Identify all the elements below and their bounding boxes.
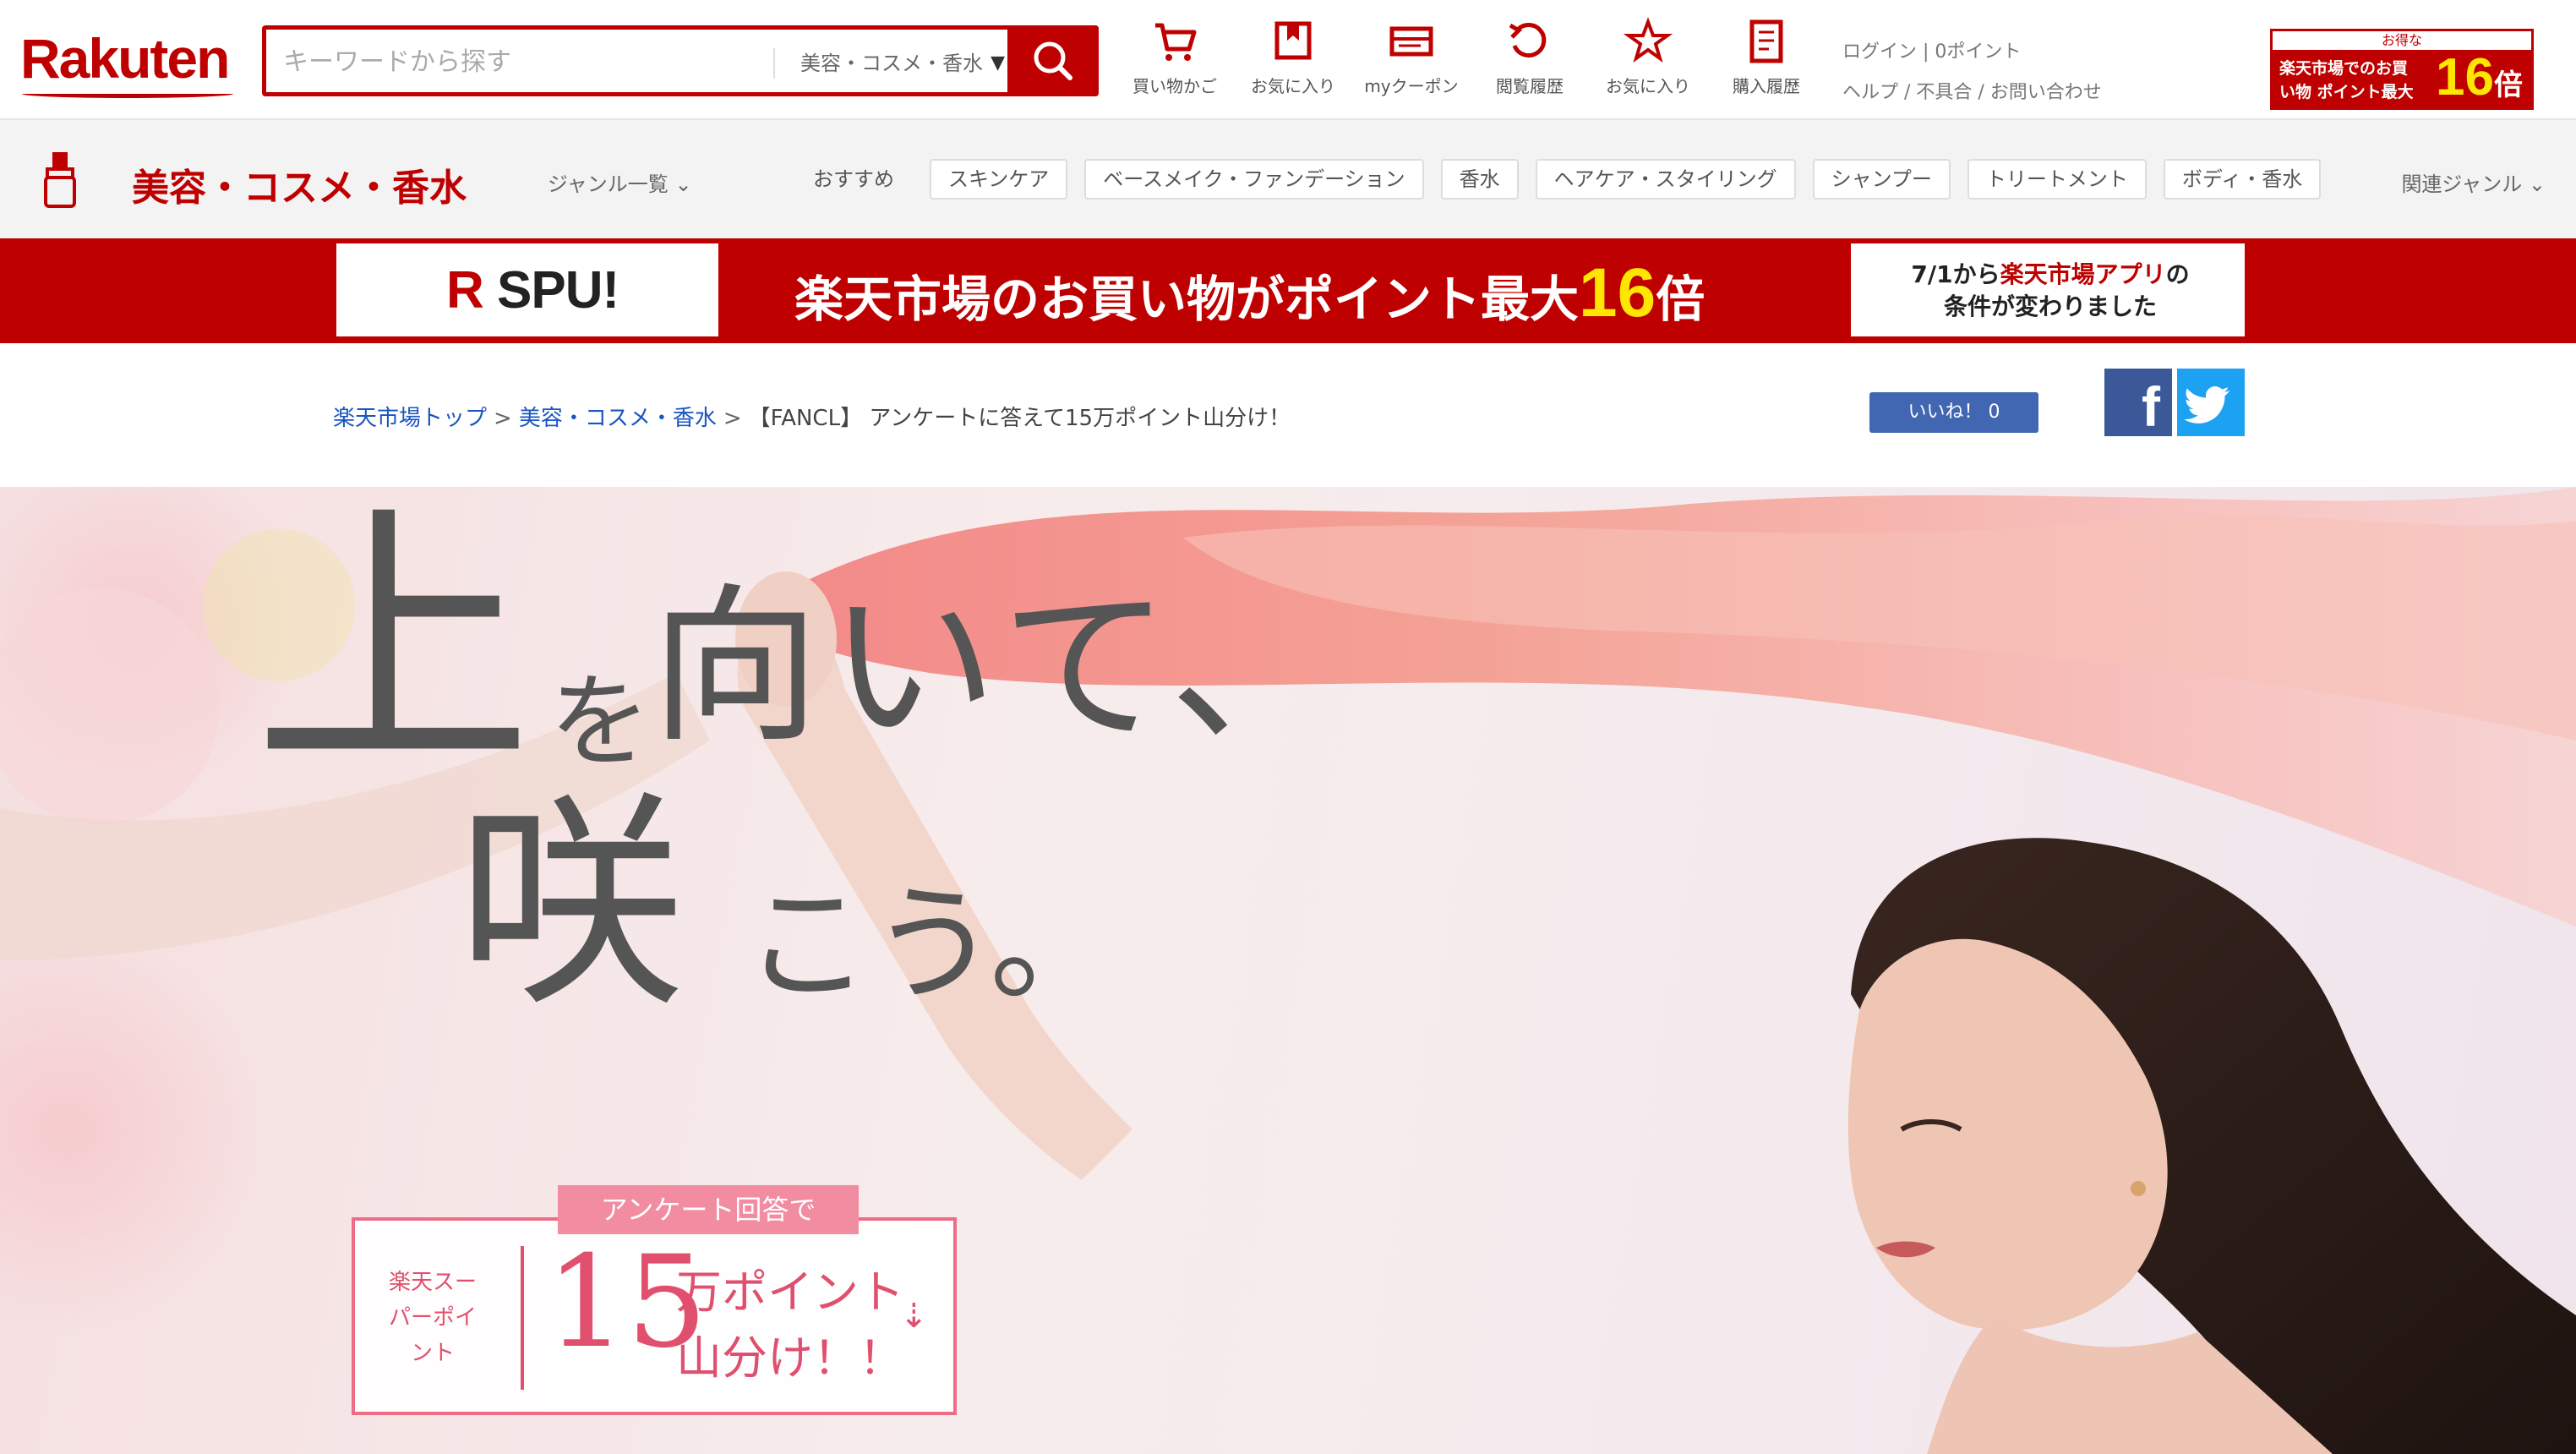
spu-main-multiplier: 16	[1579, 254, 1656, 331]
search-input[interactable]	[283, 43, 756, 80]
spu-banner[interactable]: R SPU! 楽天市場のお買い物がポイント最大16倍 7/1から楽天市場アプリの…	[0, 238, 2576, 343]
genre-tag[interactable]: 香水	[1440, 159, 1519, 200]
genre-list-label: ジャンル一覧	[548, 172, 669, 196]
search-button[interactable]	[1007, 25, 1099, 96]
campaign-divider	[521, 1246, 524, 1390]
nav-favorites-label: お気に入り	[1606, 76, 1690, 96]
breadcrumb-current: 【FANCL】 アンケートに答えて15万ポイント山分け！	[748, 406, 1291, 431]
nav-cart-label: 買い物かご	[1132, 76, 1217, 96]
bookmark-icon	[1274, 21, 1312, 60]
bokeh-circle	[0, 927, 270, 1332]
genre-tag[interactable]: スキンケア	[930, 159, 1068, 200]
history-icon	[1509, 23, 1547, 58]
nav-history-label: 閲覧履歴	[1496, 76, 1564, 96]
related-genre-select[interactable]: 関連ジャンル ⌄	[2401, 167, 2546, 197]
spu-logo-box: R SPU!	[336, 243, 718, 336]
coupon-icon	[1389, 26, 1433, 57]
nav-bookmark-label: お気に入り	[1251, 76, 1335, 96]
breadcrumb-link-top[interactable]: 楽天市場トップ	[333, 406, 487, 431]
search-bar: 美容・コスメ・香水 ▼	[262, 25, 1099, 96]
breadcrumb-row: 楽天市場トップ > 美容・コスメ・香水 > 【FANCL】 アンケートに答えて15万ポイ…	[0, 343, 2576, 487]
campaign-points-text: 万ポイント	[676, 1265, 904, 1319]
spu-notice-app: 楽天市場アプリ	[2000, 260, 2166, 288]
caret-down-icon: ▼	[991, 52, 1005, 74]
rakuten-logo[interactable]: Rakuten	[20, 30, 230, 86]
spu-logo: R SPU!	[446, 260, 619, 320]
spu-notice-line2: 条件が変わりました	[1943, 292, 2157, 320]
nav-bookmark[interactable]: お気に入り	[1234, 17, 1352, 110]
campaign-label: アンケート回答で	[558, 1185, 859, 1234]
logo-swoosh	[22, 90, 233, 98]
account-links: ログイン | 0ポイント ヘルプ / 不具合 / お問い合わせ	[1842, 32, 2231, 113]
campaign-super-points: 楽天スーパーポイント	[388, 1270, 477, 1366]
catchcopy-char-2: を	[549, 664, 651, 781]
related-genre-label: 関連ジャンル	[2401, 172, 2523, 196]
genre-list-select[interactable]: ジャンル一覧 ⌄	[548, 167, 692, 197]
breadcrumb-link-genre[interactable]: 美容・コスメ・香水	[519, 406, 717, 431]
breadcrumb-separator: >	[494, 406, 512, 431]
nav-coupon[interactable]: myクーポン	[1352, 17, 1471, 110]
spu-logo-r: R	[446, 261, 484, 320]
genre-tag[interactable]: おすすめ	[794, 159, 913, 200]
campaign-share-text: 山分け！！	[676, 1331, 904, 1385]
search-category-select[interactable]: 美容・コスメ・香水 ▼	[773, 48, 1010, 79]
breadcrumb: 楽天市場トップ > 美容・コスメ・香水 > 【FANCL】 アンケートに答えて15万ポイ…	[333, 401, 1291, 432]
genre-title[interactable]: 美容・コスメ・香水	[132, 157, 467, 211]
nav-purchase-history[interactable]: 購入履歴	[1707, 17, 1826, 110]
catchcopy-char-3: 向いて、	[651, 569, 1348, 766]
catchcopy-char-5: こう。	[744, 872, 1117, 1019]
help-link[interactable]: ヘルプ / 不具合 / お問い合わせ	[1842, 82, 2102, 103]
twitter-share-button[interactable]	[2177, 369, 2245, 436]
catchcopy-char-4: 咲	[456, 772, 685, 1038]
genre-tag[interactable]: トリートメント	[1967, 159, 2147, 200]
search-icon	[1034, 41, 1072, 80]
spu-main-text: 楽天市場のお買い物がポイント最大16倍	[794, 254, 1705, 333]
spu-app-notice-box: 7/1から楽天市場アプリの 条件が変わりました	[1851, 243, 2245, 336]
receipt-icon	[1749, 19, 1783, 63]
breadcrumb-separator: >	[723, 406, 742, 431]
spu-badge-text: 楽天市場でのお買い物 ポイント最大	[2279, 59, 2414, 101]
nav-coupon-label: myクーポン	[1364, 76, 1459, 96]
nav-purchase-history-label: 購入履歴	[1733, 76, 1800, 96]
nav-history[interactable]: 閲覧履歴	[1471, 17, 1589, 110]
site-header: Rakuten 美容・コスメ・香水 ▼ 買い物かご	[0, 0, 2576, 120]
spu-main-label: 楽天市場のお買い物がポイント最大	[794, 271, 1580, 328]
spu-badge-top: お得な	[2273, 31, 2531, 50]
star-icon	[1624, 17, 1673, 63]
facebook-share-button[interactable]: f	[2104, 369, 2172, 436]
chevron-down-icon: ⌄	[674, 172, 692, 196]
login-points-link[interactable]: ログイン | 0ポイント	[1842, 41, 2021, 63]
spu-logo-text: SPU!	[497, 261, 619, 320]
spu-badge-multiplier: 16倍	[2436, 48, 2523, 115]
lipstick-icon	[44, 152, 76, 208]
catchcopy-char-1: 上	[254, 487, 532, 806]
campaign-box[interactable]: 楽天スーパーポイント 15 万ポイント 山分け！！ ⇣	[352, 1217, 957, 1415]
twitter-icon	[2184, 386, 2229, 424]
genre-tag[interactable]: ボディ・香水	[2163, 159, 2322, 200]
spu-notice-date: 7/1から	[1911, 260, 2000, 288]
chevron-down-icon: ⌄	[2528, 172, 2546, 196]
spu-main-unit: 倍	[1656, 271, 1706, 328]
genre-tag[interactable]: ヘアケア・スタイリング	[1535, 159, 1796, 200]
genre-bar: 美容・コスメ・香水 ジャンル一覧 ⌄ おすすめ スキンケア ベースメイク・ファン…	[0, 120, 2576, 238]
search-category-label: 美容・コスメ・香水	[800, 52, 983, 75]
genre-tag[interactable]: ベースメイク・ファンデーション	[1084, 159, 1424, 200]
genre-tag[interactable]: シャンプー	[1812, 159, 1951, 200]
arrow-down-icon: ⇣	[899, 1297, 928, 1336]
hero-banner[interactable]: 上 を 向いて、 咲 こう。 楽天スーパーポイント 15 万ポイント 山分け！！…	[0, 487, 2576, 1454]
nav-favorites[interactable]: お気に入り	[1589, 17, 1707, 110]
spu-badge-unit: 倍	[2494, 69, 2523, 101]
header-nav: 買い物かご お気に入り myクーポン 閲覧履歴 お気に入り 購入履歴	[1116, 17, 1826, 110]
genre-tags: おすすめ スキンケア ベースメイク・ファンデーション 香水 ヘアケア・スタイリン…	[794, 159, 2322, 201]
cart-icon	[1155, 23, 1197, 61]
earring	[2131, 1181, 2146, 1196]
spu-header-badge[interactable]: お得な 楽天市場でのお買い物 ポイント最大 16倍	[2270, 29, 2534, 110]
facebook-icon: f	[2142, 375, 2160, 436]
spu-app-notice: 7/1から楽天市場アプリの 条件が変わりました	[1873, 259, 2228, 323]
spu-badge-number: 16	[2436, 48, 2494, 107]
facebook-like-button[interactable]: いいね！ 0	[1869, 392, 2038, 433]
spu-notice-particle: の	[2165, 260, 2190, 288]
nav-cart[interactable]: 買い物かご	[1116, 17, 1234, 110]
